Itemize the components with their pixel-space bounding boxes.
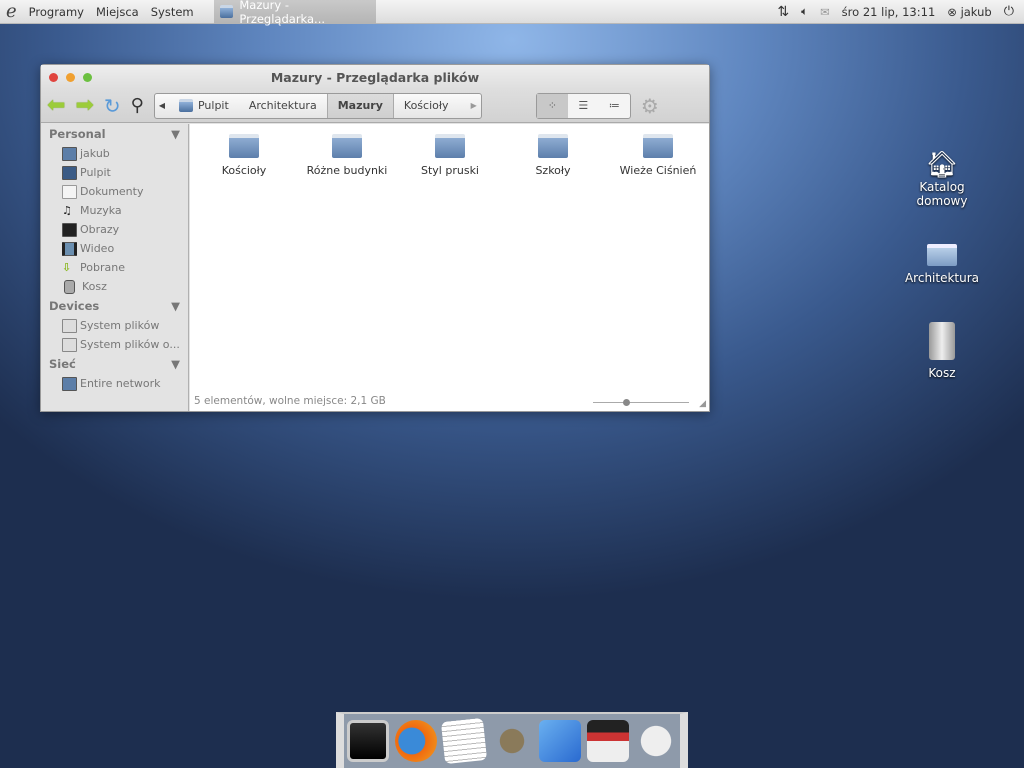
music-icon: ♫ [62,203,72,217]
user-menu[interactable]: ⊗ jakub [947,5,991,19]
gamepad-icon[interactable] [635,720,677,762]
back-button[interactable]: ⬅ [47,93,65,118]
pictures-icon [62,222,77,237]
file-view: Kościoły Różne budynki Styl pruski Szkoł… [190,124,709,411]
folder-item[interactable]: Kościoły [194,134,294,177]
power-icon[interactable]: ⏻ [1004,4,1014,19]
sidebar-item-dokumenty[interactable]: Dokumenty [41,182,188,201]
crumb-pulpit[interactable]: Pulpit [169,94,239,118]
terminal-icon[interactable] [347,720,389,762]
folder-icon [538,134,568,158]
user-name: jakub [960,4,992,19]
desktop-icon [178,99,193,112]
sidebar-header-siec[interactable]: Sieć ▼ [41,354,188,374]
gimp-icon[interactable] [491,720,533,762]
menu-system[interactable]: System [145,5,200,19]
folder-icon [332,134,362,158]
sidebar-item-network[interactable]: Entire network [41,374,188,393]
sidebar-item-obrazy[interactable]: Obrazy [41,220,188,239]
toolbar: ⬅ ➡ ↻ ⚲ ◀ Pulpit Architektura Mazury Koś… [41,89,709,123]
sidebar-item-muzyka[interactable]: ♫ Muzyka [41,201,188,220]
titlebar[interactable]: Mazury - Przeglądarka plików [41,65,709,89]
trash-icon [929,322,955,360]
file-manager-window: Mazury - Przeglądarka plików ⬅ ➡ ↻ ⚲ ◀ P… [40,64,710,412]
drive-icon [62,337,77,352]
firefox-icon[interactable] [395,720,437,762]
video-editor-icon[interactable] [587,720,629,762]
folder-item[interactable]: Szkoły [503,134,603,177]
crumb-scroll-left[interactable]: ◀ [155,94,169,118]
folder-icon [219,5,234,18]
reload-button[interactable]: ↻ [104,94,121,118]
crumb-architektura[interactable]: Architektura [239,94,327,118]
folder-icon [927,244,957,266]
sidebar-item-pulpit[interactable]: Pulpit [41,163,188,182]
sidebar-item-filesystem-2[interactable]: System plików o... [41,335,188,354]
folder-item[interactable]: Wieże Ciśnień [608,134,708,177]
xcode-icon[interactable] [539,720,581,762]
home-folder-icon [62,146,77,161]
crumb-koscioly[interactable]: Kościoły [394,94,459,118]
resize-grip[interactable]: ◢ [699,399,706,409]
crumb-mazury[interactable]: Mazury [326,93,394,118]
sidebar-header-devices[interactable]: Devices ▼ [41,296,188,316]
crumb-scroll-right[interactable]: ▶ [467,94,481,118]
list-view-button[interactable]: ☰ [568,94,599,118]
icon-view-button[interactable]: ⁘ [536,93,568,118]
sidebar: Personal ▼ jakub Pulpit Dokumenty ♫ Muzyka… [41,124,189,411]
volume-icon[interactable]: 🔈︎ [801,4,808,19]
logo-icon[interactable]: ℯ [0,1,23,22]
folder-icon [643,134,673,158]
compact-view-button[interactable]: ≔ [599,94,630,118]
slider-handle[interactable] [623,399,630,406]
drive-icon [62,318,77,333]
desktop-icon-architektura[interactable]: Architektura [897,244,987,285]
top-panel: ℯ Programy Miejsca System Mazury - Przeg… [0,0,1024,26]
sidebar-item-filesystem[interactable]: System plików [41,316,188,335]
menu-miejsca[interactable]: Miejsca [90,5,145,19]
sidebar-item-pobrane[interactable]: ⇩ Pobrane [41,258,188,277]
sidebar-item-jakub[interactable]: jakub [41,144,188,163]
folder-icon [229,134,259,158]
mail-icon[interactable]: ✉ [820,5,830,19]
desktop-icon-kosz[interactable]: Kosz [897,322,987,380]
sidebar-item-wideo[interactable]: Wideo [41,239,188,258]
folder-icon [435,134,465,158]
document-icon [62,184,77,199]
sidebar-item-kosz[interactable]: Kosz [41,277,188,296]
sidebar-header-personal[interactable]: Personal ▼ [41,124,188,144]
menu-programy[interactable]: Programy [23,5,90,19]
home-icon: 🏠︎ [925,150,959,180]
task-label: Mazury - Przeglądarka... [239,0,326,26]
network-folder-icon [62,376,77,391]
folder-item[interactable]: Różne budynki [297,134,397,177]
status-bar: 5 elementów, wolne miejsce: 2,1 GB [194,395,386,407]
desktop-icon-home[interactable]: 🏠︎ Katalog domowy [897,150,987,208]
view-switcher: ⁘ ☰ ≔ [535,92,631,119]
window-title: Mazury - Przeglądarka plików [270,69,480,85]
forward-button[interactable]: ➡ [75,93,93,118]
taskbar-window-button[interactable]: Mazury - Przeglądarka... [213,0,376,26]
gear-icon[interactable]: ⚙ [641,94,659,118]
dock [336,712,688,768]
breadcrumb: ◀ Pulpit Architektura Mazury Kościoły ▶ [153,92,482,119]
text-editor-icon[interactable] [440,717,488,765]
download-icon: ⇩ [62,260,72,274]
zoom-slider[interactable] [593,399,689,406]
desktop-icon [62,165,77,180]
clock[interactable]: śro 21 lip, 13:11 [842,5,936,19]
search-button[interactable]: ⚲ [131,95,144,116]
video-icon [62,241,77,256]
folder-item[interactable]: Styl pruski [400,134,500,177]
trash-icon [64,279,75,294]
network-icon[interactable]: ⇅ [777,4,789,20]
